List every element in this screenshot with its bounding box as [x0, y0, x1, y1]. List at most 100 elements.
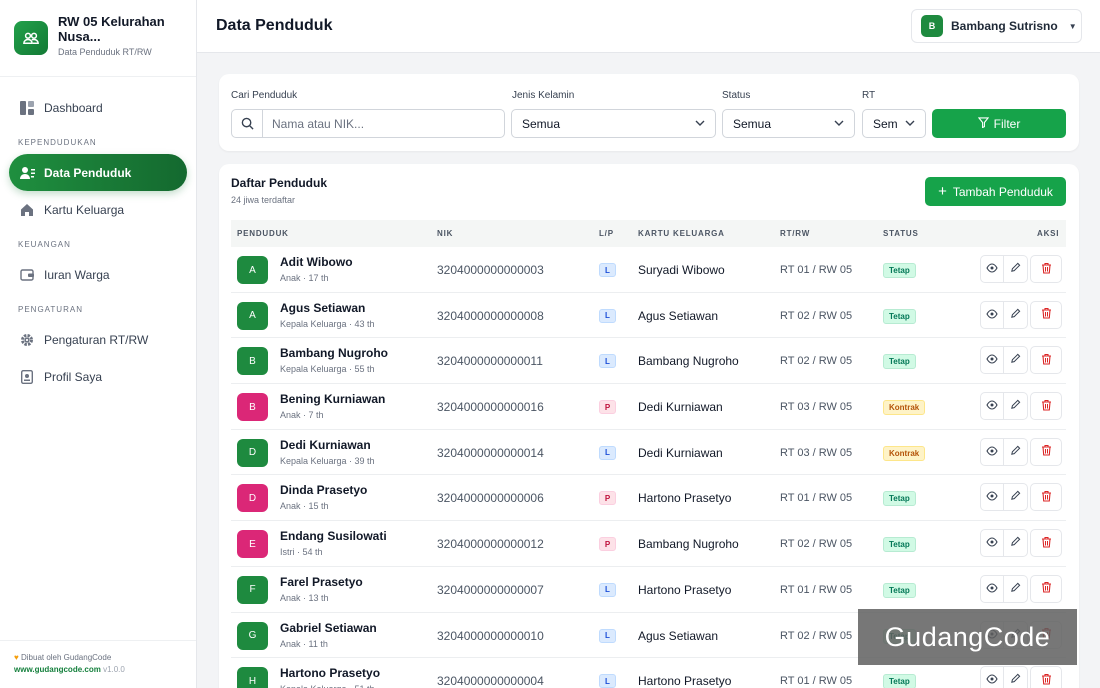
view-button[interactable]	[980, 437, 1004, 466]
resident-nik: 3204000000000008	[437, 308, 544, 323]
row-actions	[980, 574, 1062, 603]
resident-nik: 3204000000000010	[437, 628, 544, 643]
view-button[interactable]	[980, 483, 1004, 512]
view-button[interactable]	[980, 666, 1004, 688]
delete-button[interactable]	[1030, 483, 1062, 512]
resident-role: Anak · 17 th	[280, 273, 329, 283]
edit-button[interactable]	[1004, 574, 1028, 603]
table-row[interactable]: E Endang Susilowati Istri · 54 th 320400000…	[231, 521, 1066, 567]
edit-button[interactable]	[1004, 529, 1028, 558]
resident-role: Kepala Keluarga · 55 th	[280, 364, 375, 375]
table-row[interactable]: A Agus Setiawan Kepala Keluarga · 43 th 320…	[231, 293, 1066, 339]
view-button[interactable]	[980, 529, 1004, 558]
sidebar: RW 05 Kelurahan Nusa... Data Penduduk RT…	[0, 0, 197, 688]
edit-button[interactable]	[1004, 346, 1028, 375]
edit-button[interactable]	[1004, 666, 1028, 688]
delete-button[interactable]	[1030, 392, 1062, 421]
column-header[interactable]: NIK	[437, 229, 453, 238]
delete-button[interactable]	[1030, 529, 1062, 558]
brand-subtitle: Data Penduduk RT/RW	[58, 47, 152, 57]
user-menu-button[interactable]: B Bambang Sutrisno ▼	[911, 9, 1082, 43]
delete-button[interactable]	[1030, 300, 1062, 329]
resident-role: Anak · 11 th	[280, 638, 328, 649]
resident-nik: 3204000000000004	[437, 674, 544, 688]
resident-name: Hartono Prasetyo	[280, 666, 381, 681]
add-resident-button[interactable]: + Tambah Penduduk	[925, 177, 1066, 206]
rt-select[interactable]: Sem	[862, 109, 926, 138]
view-button[interactable]	[980, 300, 1004, 329]
edit-button[interactable]	[1004, 437, 1028, 466]
status-badge: Kontrak	[883, 400, 926, 416]
edit-button[interactable]	[1004, 300, 1028, 329]
eye-icon	[986, 353, 998, 367]
gender-badge: L	[599, 354, 616, 369]
caret-down-icon: ▼	[1068, 21, 1077, 31]
delete-button[interactable]	[1030, 255, 1062, 283]
trash-icon	[1041, 673, 1052, 688]
delete-button[interactable]	[1030, 346, 1062, 375]
column-header[interactable]: PENDUDUK	[237, 229, 289, 238]
delete-button[interactable]	[1030, 437, 1062, 466]
trash-icon	[1041, 307, 1052, 322]
sidebar-item-pengaturan-rtrw[interactable]: Pengaturan RT/RW	[9, 321, 187, 358]
trash-icon	[1041, 490, 1052, 505]
eye-icon	[986, 673, 998, 687]
edit-button[interactable]	[1004, 392, 1028, 421]
resident-role: Kepala Keluarga · 39 th	[280, 455, 375, 466]
status-badge: Tetap	[883, 582, 916, 598]
status-badge: Tetap	[883, 491, 916, 507]
edit-button[interactable]	[1004, 483, 1028, 512]
view-button[interactable]	[980, 392, 1004, 421]
search-input[interactable]: Nama atau NIK...	[263, 117, 364, 131]
family-card-head: Bambang Nugroho	[638, 354, 739, 369]
sidebar-item-profil-saya[interactable]: Profil Saya	[9, 358, 187, 395]
resident-name: Farel Prasetyo	[280, 574, 363, 589]
sidebar-item-iuran-warga[interactable]: Iuran Warga	[9, 256, 187, 293]
table-row[interactable]: B Bening Kurniawan Anak · 7 th 320400000000…	[231, 384, 1066, 430]
filter-button[interactable]: Filter	[932, 109, 1066, 138]
avatar: G	[237, 621, 268, 650]
delete-button[interactable]	[1030, 666, 1062, 688]
edit-button[interactable]	[1004, 255, 1028, 283]
table-row[interactable]: B Bambang Nugroho Kepala Keluarga · 55 th 3…	[231, 338, 1066, 385]
family-card-head: Agus Setiawan	[638, 308, 719, 323]
row-actions	[980, 346, 1062, 375]
view-button[interactable]	[980, 255, 1004, 283]
filter-panel: Cari Penduduk Nama atau NIK... Jenis Kel…	[219, 74, 1079, 151]
sidebar-item-label: Dashboard	[44, 100, 103, 115]
column-header[interactable]: RT/RW	[780, 229, 810, 238]
pencil-icon	[1010, 262, 1021, 276]
heart-icon: ♥	[14, 653, 19, 662]
table-row[interactable]: D Dinda Prasetyo Anak · 15 th 3204000000000…	[231, 475, 1066, 522]
table-row[interactable]: F Farel Prasetyo Anak · 13 th 3204000000000…	[231, 567, 1066, 613]
resident-nik: 3204000000000003	[437, 263, 544, 277]
family-card-head: Dedi Kurniawan	[638, 445, 723, 460]
gender-select[interactable]: Semua	[511, 109, 716, 138]
table-row[interactable]: D Dedi Kurniawan Kepala Keluarga · 39 th 32…	[231, 430, 1066, 476]
view-button[interactable]	[980, 346, 1004, 375]
table-row[interactable]: A Adit Wibowo Anak · 17 th 3204000000000003…	[231, 247, 1066, 293]
view-button[interactable]	[980, 574, 1004, 603]
row-actions	[980, 255, 1062, 283]
delete-button[interactable]	[1030, 574, 1062, 603]
status-select[interactable]: Semua	[722, 109, 855, 138]
funnel-icon	[977, 116, 989, 131]
status-badge: Tetap	[883, 537, 916, 553]
search-field[interactable]: Nama atau NIK...	[231, 109, 505, 138]
resident-name: Agus Setiawan	[280, 300, 366, 315]
eye-icon	[986, 582, 998, 596]
rt-rw: RT 01 / RW 05	[780, 675, 853, 688]
column-header[interactable]: KARTU KELUARGA	[638, 229, 725, 238]
sidebar-item-data-penduduk[interactable]: Data Penduduk	[9, 154, 187, 191]
sidebar-item-kartu-keluarga[interactable]: Kartu Keluarga	[9, 191, 187, 228]
house-icon	[19, 202, 35, 218]
rt-rw: RT 03 / RW 05	[780, 401, 853, 414]
column-header[interactable]: L/P	[599, 229, 614, 238]
sidebar-item-dashboard[interactable]: Dashboard	[9, 89, 187, 126]
status-badge: Tetap	[883, 674, 916, 688]
column-header[interactable]: STATUS	[883, 229, 919, 238]
trash-icon	[1041, 262, 1052, 277]
footer-link[interactable]: www.gudangcode.com	[14, 665, 101, 674]
rt-rw: RT 02 / RW 05	[780, 355, 853, 368]
status-badge: Tetap	[883, 263, 916, 278]
